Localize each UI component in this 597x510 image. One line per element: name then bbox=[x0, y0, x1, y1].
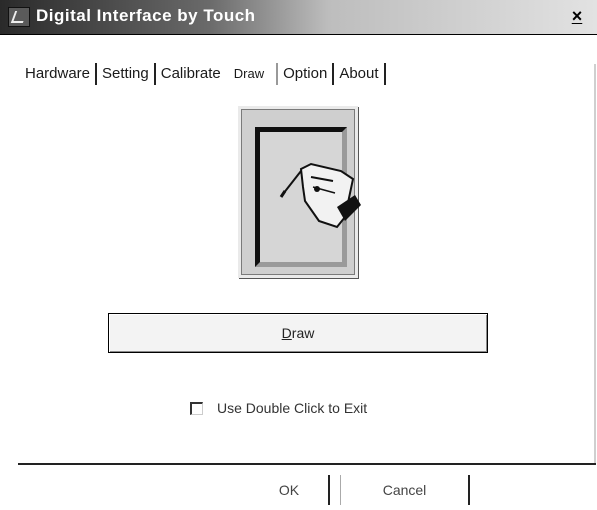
window-title: Digital Interface by Touch bbox=[36, 6, 256, 25]
tab-separator bbox=[383, 63, 386, 85]
tab-calibrate[interactable]: Calibrate bbox=[156, 63, 226, 85]
tab-about[interactable]: About bbox=[334, 63, 383, 85]
tab-bar: Hardware Setting Calibrate Draw Option A… bbox=[20, 60, 386, 88]
ok-button[interactable]: OK bbox=[250, 475, 330, 505]
draw-button[interactable]: Draw bbox=[108, 313, 488, 353]
hand-with-stylus-icon bbox=[279, 162, 361, 229]
tab-setting[interactable]: Setting bbox=[97, 63, 154, 85]
tab-hardware[interactable]: Hardware bbox=[20, 63, 95, 85]
double-click-exit-label: Use Double Click to Exit bbox=[217, 400, 368, 416]
panel-border bbox=[594, 64, 596, 464]
tab-draw[interactable]: Draw bbox=[226, 63, 276, 85]
double-click-exit-option[interactable]: Use Double Click to Exit bbox=[190, 398, 367, 418]
double-click-exit-checkbox[interactable] bbox=[190, 401, 203, 415]
tab-option[interactable]: Option bbox=[278, 63, 332, 85]
draw-illustration bbox=[238, 106, 361, 278]
panel-divider bbox=[18, 463, 596, 465]
cancel-button[interactable]: Cancel bbox=[340, 475, 470, 505]
draw-button-label: raw bbox=[291, 325, 315, 341]
draw-button-mnemonic: D bbox=[281, 325, 292, 341]
title-bar: Digital Interface by Touch × bbox=[0, 0, 597, 35]
close-icon[interactable]: × bbox=[567, 6, 587, 26]
app-icon bbox=[8, 7, 30, 27]
